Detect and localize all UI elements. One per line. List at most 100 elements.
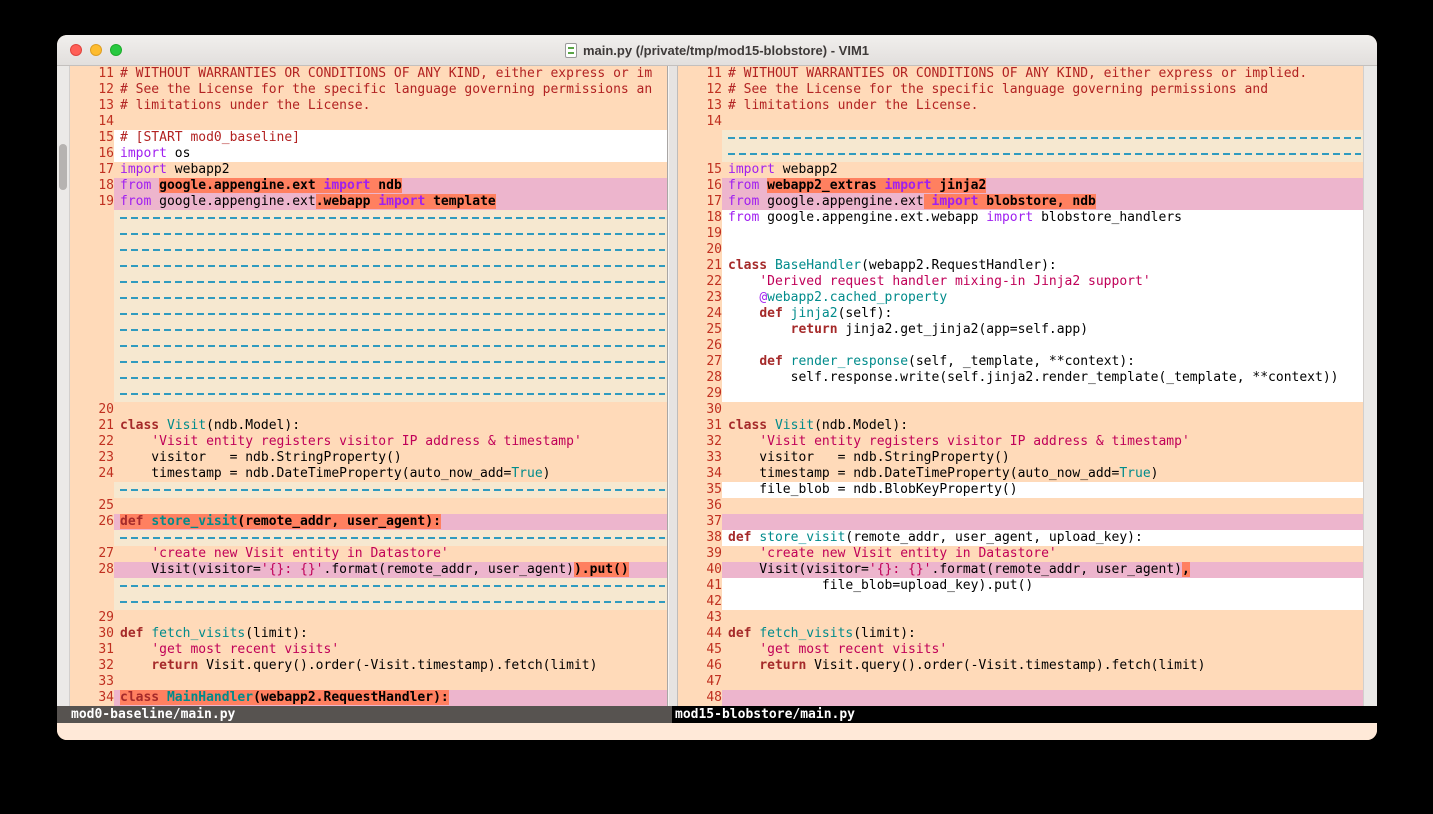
code-row[interactable]: 22 'Visit entity registers visitor IP ad… <box>70 434 667 450</box>
right-editor-pane[interactable]: 11# WITHOUT WARRANTIES OR CONDITIONS OF … <box>678 66 1363 706</box>
code-row[interactable]: 16from webapp2_extras import jinja2 <box>678 178 1363 194</box>
code-text: 'Visit entity registers visitor IP addre… <box>120 434 582 450</box>
code-row[interactable]: 25 return jinja2.get_jinja2(app=self.app… <box>678 322 1363 338</box>
code-row[interactable]: 34 timestamp = ndb.DateTimeProperty(auto… <box>678 466 1363 482</box>
code-row[interactable]: 27 'create new Visit entity in Datastore… <box>70 546 667 562</box>
left-scrollbar[interactable] <box>57 66 70 706</box>
code-row[interactable]: 19 <box>678 226 1363 242</box>
diff-filler-row <box>70 274 667 290</box>
code-row[interactable]: 16import os <box>70 146 667 162</box>
code-row[interactable]: 22 'Derived request handler mixing-in Ji… <box>678 274 1363 290</box>
code-row[interactable]: 45 'get most recent visits' <box>678 642 1363 658</box>
code-row[interactable]: 39 'create new Visit entity in Datastore… <box>678 546 1363 562</box>
code-text: 'get most recent visits' <box>728 642 947 658</box>
code-row[interactable]: 42 <box>678 594 1363 610</box>
right-statusline[interactable]: mod15-blobstore/main.py <box>672 706 1377 723</box>
left-editor-pane[interactable]: 11# WITHOUT WARRANTIES OR CONDITIONS OF … <box>70 66 667 706</box>
code-row[interactable]: 36 <box>678 498 1363 514</box>
code-row[interactable]: 26 <box>678 338 1363 354</box>
code-row[interactable]: 18from google.appengine.ext.webapp impor… <box>678 210 1363 226</box>
code-text: from google.appengine.ext.webapp import … <box>728 210 1182 226</box>
diff-filler-row <box>678 130 1363 146</box>
code-row[interactable]: 19from google.appengine.ext.webapp impor… <box>70 194 667 210</box>
code-row[interactable]: 13# limitations under the License. <box>678 98 1363 114</box>
code-text: from google.appengine.ext import ndb <box>120 178 402 194</box>
code-row[interactable]: 24 def jinja2(self): <box>678 306 1363 322</box>
code-row[interactable]: 20 <box>678 242 1363 258</box>
code-row[interactable]: 41 file_blob=upload_key).put() <box>678 578 1363 594</box>
code-row[interactable]: 17import webapp2 <box>70 162 667 178</box>
vertical-split-divider[interactable] <box>667 66 678 706</box>
right-scrollbar[interactable] <box>1363 66 1377 706</box>
code-text: file_blob = ndb.BlobKeyProperty() <box>728 482 1018 498</box>
code-row[interactable]: 48 <box>678 690 1363 706</box>
code-row[interactable]: 32 return Visit.query().order(-Visit.tim… <box>70 658 667 674</box>
code-row[interactable]: 20 <box>70 402 667 418</box>
code-text: # limitations under the License. <box>120 98 370 114</box>
code-text: def render_response(self, _template, **c… <box>728 354 1135 370</box>
diff-filler-row <box>70 290 667 306</box>
code-row[interactable]: 28 Visit(visitor='{}: {}'.format(remote_… <box>70 562 667 578</box>
code-row[interactable]: 29 <box>70 610 667 626</box>
code-row[interactable]: 23 @webapp2.cached_property <box>678 290 1363 306</box>
code-row[interactable]: 24 timestamp = ndb.DateTimeProperty(auto… <box>70 466 667 482</box>
window-titlebar[interactable]: main.py (/private/tmp/mod15-blobstore) -… <box>57 35 1377 66</box>
code-text: import webapp2 <box>120 162 230 178</box>
code-row[interactable]: 31 'get most recent visits' <box>70 642 667 658</box>
code-text: return Visit.query().order(-Visit.timest… <box>120 658 597 674</box>
line-number: 24 <box>678 306 722 322</box>
code-row[interactable]: 23 visitor = ndb.StringProperty() <box>70 450 667 466</box>
code-row[interactable]: 27 def render_response(self, _template, … <box>678 354 1363 370</box>
code-row[interactable]: 15import webapp2 <box>678 162 1363 178</box>
code-row[interactable]: 12# See the License for the specific lan… <box>678 82 1363 98</box>
line-number: 44 <box>678 626 722 642</box>
deleted-line-dashes <box>120 265 665 267</box>
line-number: 26 <box>678 338 722 354</box>
line-number: 36 <box>678 498 722 514</box>
code-row[interactable]: 40 Visit(visitor='{}: {}'.format(remote_… <box>678 562 1363 578</box>
code-row[interactable]: 17from google.appengine.ext import blobs… <box>678 194 1363 210</box>
code-row[interactable]: 25 <box>70 498 667 514</box>
code-row[interactable]: 21class BaseHandler(webapp2.RequestHandl… <box>678 258 1363 274</box>
code-row[interactable]: 11# WITHOUT WARRANTIES OR CONDITIONS OF … <box>678 66 1363 82</box>
code-row[interactable]: 30 <box>678 402 1363 418</box>
code-row[interactable]: 47 <box>678 674 1363 690</box>
line-number: 23 <box>678 290 722 306</box>
code-row[interactable]: 44def fetch_visits(limit): <box>678 626 1363 642</box>
code-row[interactable]: 28 self.response.write(self.jinja2.rende… <box>678 370 1363 386</box>
code-row[interactable]: 30def fetch_visits(limit): <box>70 626 667 642</box>
deleted-line-dashes <box>120 601 665 603</box>
close-button[interactable] <box>70 44 82 56</box>
code-row[interactable]: 18from google.appengine.ext import ndb <box>70 178 667 194</box>
window-title: main.py (/private/tmp/mod15-blobstore) -… <box>583 43 869 58</box>
code-row[interactable]: 31class Visit(ndb.Model): <box>678 418 1363 434</box>
code-row[interactable]: 46 return Visit.query().order(-Visit.tim… <box>678 658 1363 674</box>
left-statusline[interactable]: mod0-baseline/main.py <box>57 706 672 723</box>
code-row[interactable]: 38def store_visit(remote_addr, user_agen… <box>678 530 1363 546</box>
line-number: 23 <box>70 450 114 466</box>
code-row[interactable]: 26def store_visit(remote_addr, user_agen… <box>70 514 667 530</box>
code-row[interactable]: 29 <box>678 386 1363 402</box>
code-text: from google.appengine.ext.webapp import … <box>120 194 496 210</box>
zoom-button[interactable] <box>110 44 122 56</box>
left-scrollbar-thumb[interactable] <box>59 144 67 190</box>
code-row[interactable]: 15# [START mod0_baseline] <box>70 130 667 146</box>
code-row[interactable]: 37 <box>678 514 1363 530</box>
code-row[interactable]: 14 <box>678 114 1363 130</box>
minimize-button[interactable] <box>90 44 102 56</box>
code-row[interactable]: 43 <box>678 610 1363 626</box>
code-text: return Visit.query().order(-Visit.timest… <box>728 658 1205 674</box>
code-row[interactable]: 13# limitations under the License. <box>70 98 667 114</box>
deleted-line-dashes <box>120 281 665 283</box>
code-row[interactable]: 34class MainHandler(webapp2.RequestHandl… <box>70 690 667 706</box>
code-row[interactable]: 21class Visit(ndb.Model): <box>70 418 667 434</box>
code-row[interactable]: 11# WITHOUT WARRANTIES OR CONDITIONS OF … <box>70 66 667 82</box>
code-row[interactable]: 32 'Visit entity registers visitor IP ad… <box>678 434 1363 450</box>
code-row[interactable]: 33 <box>70 674 667 690</box>
code-row[interactable]: 33 visitor = ndb.StringProperty() <box>678 450 1363 466</box>
vim-command-line[interactable] <box>57 723 1377 740</box>
code-text: # See the License for the specific langu… <box>120 82 652 98</box>
code-row[interactable]: 14 <box>70 114 667 130</box>
code-row[interactable]: 12# See the License for the specific lan… <box>70 82 667 98</box>
code-row[interactable]: 35 file_blob = ndb.BlobKeyProperty() <box>678 482 1363 498</box>
